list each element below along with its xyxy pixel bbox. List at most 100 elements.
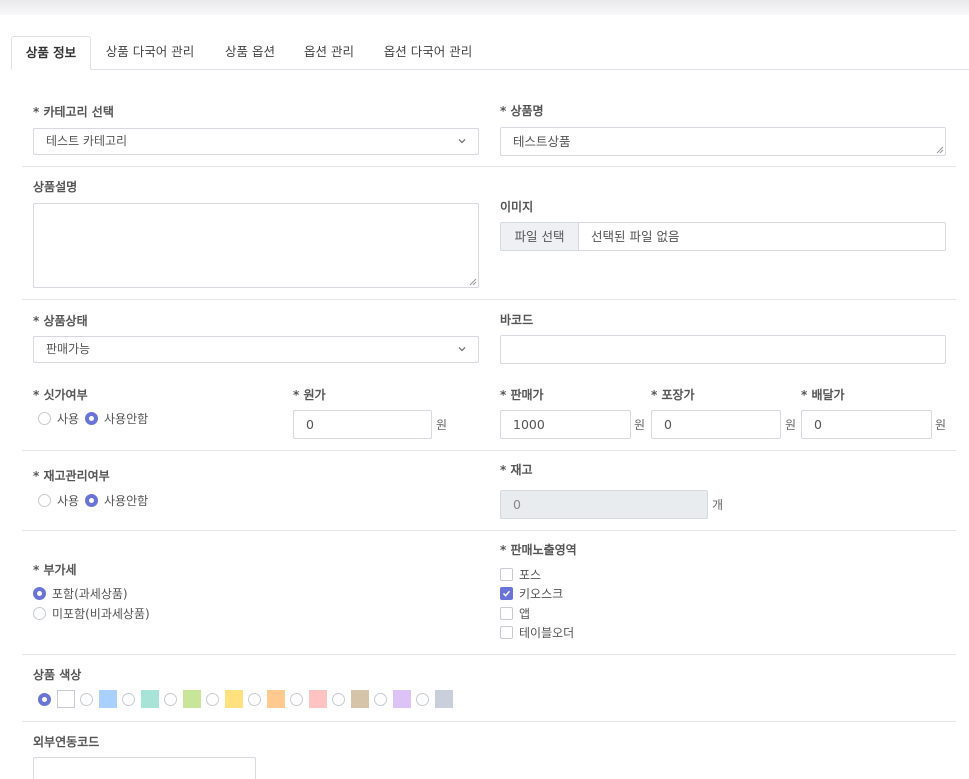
sale-price-value: 1000	[513, 417, 545, 432]
color-swatch-10[interactable]	[435, 690, 453, 708]
external-code-input[interactable]	[33, 757, 256, 779]
cost-input[interactable]: 0	[293, 410, 432, 439]
color-swatch-4[interactable]	[183, 690, 201, 708]
delivery-price-unit: 원	[935, 418, 947, 432]
tab-product-options[interactable]: 상품 옵션	[213, 36, 287, 70]
cost-unit: 원	[436, 418, 448, 432]
market-price-label: * 싯가여부	[33, 388, 88, 402]
image-file-input[interactable]: 파일 선택 선택된 파일 없음	[500, 222, 946, 251]
divider	[22, 721, 956, 722]
divider	[22, 530, 956, 531]
exposure-pos-checkbox[interactable]	[500, 568, 513, 581]
vat-included-radio[interactable]	[33, 587, 46, 600]
color-radio-5[interactable]	[206, 693, 219, 706]
pack-price-input[interactable]: 0	[651, 410, 781, 439]
color-swatch-6[interactable]	[267, 690, 285, 708]
tab-bar: 상품 정보 상품 다국어 관리 상품 옵션 옵션 관리 옵션 다국어 관리	[11, 36, 969, 70]
image-label: 이미지	[500, 200, 534, 214]
color-swatch-3[interactable]	[141, 690, 159, 708]
color-radio-8[interactable]	[332, 693, 345, 706]
divider	[22, 654, 956, 655]
color-swatch-7[interactable]	[309, 690, 327, 708]
resize-handle-icon[interactable]	[469, 278, 477, 286]
cost-value: 0	[306, 417, 314, 432]
vat-excluded-label: 미포함(비과세상품)	[52, 607, 150, 621]
resize-handle-icon[interactable]	[936, 146, 944, 154]
stock-value: 0	[513, 497, 521, 512]
pack-price-label: * 포장가	[651, 388, 695, 402]
stock-unit: 개	[712, 498, 724, 512]
tab-option-i18n[interactable]: 옵션 다국어 관리	[372, 36, 484, 70]
category-value: 테스트 카테고리	[46, 134, 128, 148]
color-radio-7[interactable]	[290, 693, 303, 706]
category-label: * 카테고리 선택	[33, 105, 114, 119]
divider	[22, 450, 956, 451]
product-name-input[interactable]: 테스트상품	[500, 127, 946, 156]
exposure-app-checkbox[interactable]	[500, 607, 513, 620]
stock-mgmt-label: * 재고관리여부	[33, 469, 110, 483]
description-textarea[interactable]	[33, 203, 479, 288]
color-swatch-5[interactable]	[225, 690, 243, 708]
chevron-down-icon	[458, 347, 466, 352]
market-price-use-label: 사용	[57, 412, 80, 426]
chevron-down-icon	[458, 139, 466, 144]
product-name-value: 테스트상품	[513, 134, 571, 149]
stock-mgmt-unused-radio[interactable]	[85, 494, 98, 507]
pack-price-value: 0	[664, 417, 672, 432]
vat-label: * 부가세	[33, 563, 77, 577]
color-radio-10[interactable]	[416, 693, 429, 706]
color-radio-2[interactable]	[80, 693, 93, 706]
stock-label: * 재고	[500, 463, 533, 477]
barcode-label: 바코드	[500, 313, 534, 327]
color-radio-9[interactable]	[374, 693, 387, 706]
market-price-unused-radio[interactable]	[85, 412, 98, 425]
color-swatch-9[interactable]	[393, 690, 411, 708]
delivery-price-input[interactable]: 0	[801, 410, 932, 439]
category-select[interactable]: 테스트 카테고리	[33, 128, 479, 155]
divider	[22, 166, 956, 167]
delivery-price-value: 0	[814, 417, 822, 432]
status-label: * 상품상태	[33, 314, 88, 328]
vat-included-label: 포함(과세상품)	[52, 587, 128, 601]
status-value: 판매가능	[46, 342, 91, 356]
tab-option-manage[interactable]: 옵션 관리	[294, 36, 364, 70]
barcode-input[interactable]	[500, 335, 946, 364]
external-code-label: 외부연동코드	[33, 735, 100, 749]
exposure-app-label: 앱	[519, 607, 531, 621]
divider	[22, 299, 956, 300]
sale-price-label: * 판매가	[500, 388, 544, 402]
pack-price-unit: 원	[785, 418, 797, 432]
cost-label: * 원가	[293, 388, 326, 402]
file-status-text: 선택된 파일 없음	[591, 229, 680, 244]
stock-input: 0	[500, 490, 708, 519]
color-radio-6[interactable]	[248, 693, 261, 706]
exposure-table-order-checkbox[interactable]	[500, 626, 513, 639]
status-select[interactable]: 판매가능	[33, 336, 479, 363]
color-label: 상품 색상	[33, 668, 82, 682]
exposure-kiosk-checkbox[interactable]	[500, 587, 513, 600]
vat-excluded-radio[interactable]	[33, 607, 46, 620]
top-bar	[0, 0, 969, 15]
description-label: 상품설명	[33, 180, 78, 194]
sale-price-unit: 원	[634, 418, 646, 432]
delivery-price-label: * 배달가	[801, 388, 845, 402]
color-swatch-8[interactable]	[351, 690, 369, 708]
exposure-label: * 판매노출영역	[500, 543, 577, 557]
tab-product-info[interactable]: 상품 정보	[11, 36, 91, 70]
market-price-use-radio[interactable]	[38, 412, 51, 425]
color-swatch-1[interactable]	[57, 690, 75, 708]
color-radio-3[interactable]	[122, 693, 135, 706]
check-icon	[502, 590, 511, 597]
tab-product-i18n[interactable]: 상품 다국어 관리	[95, 36, 205, 70]
color-radio-4[interactable]	[164, 693, 177, 706]
product-name-label: * 상품명	[500, 104, 544, 118]
file-select-button[interactable]: 파일 선택	[501, 223, 579, 250]
exposure-pos-label: 포스	[519, 568, 542, 582]
sale-price-input[interactable]: 1000	[500, 410, 631, 439]
stock-mgmt-use-radio[interactable]	[38, 494, 51, 507]
exposure-table-order-label: 테이블오더	[519, 626, 575, 640]
color-swatch-2[interactable]	[99, 690, 117, 708]
color-radio-1[interactable]	[38, 693, 51, 706]
stock-mgmt-unused-label: 사용안함	[104, 494, 149, 508]
stock-mgmt-use-label: 사용	[57, 494, 80, 508]
